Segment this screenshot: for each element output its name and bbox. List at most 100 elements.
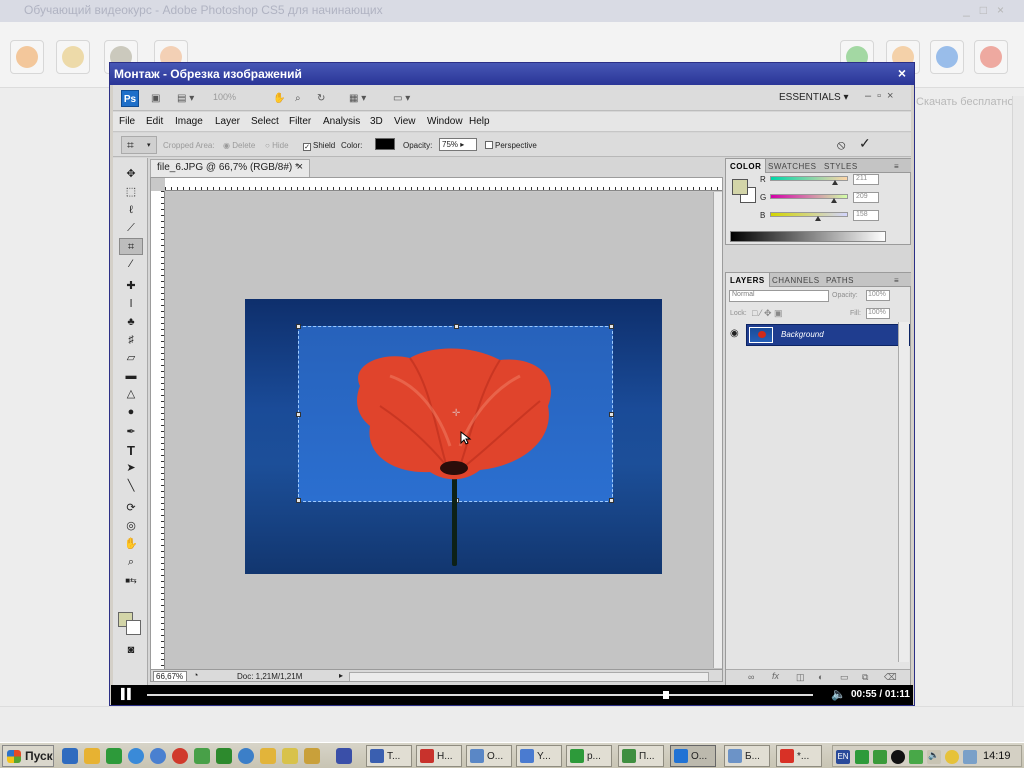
photoshop-window-controls[interactable]: –▫× <box>865 90 899 102</box>
link-layers-icon[interactable]: ∞ <box>748 672 754 682</box>
network-icon[interactable] <box>238 748 254 764</box>
crop-tool-icon[interactable]: ⌗ <box>119 238 143 255</box>
background-scrollbar[interactable] <box>1012 96 1024 716</box>
pencil-icon[interactable] <box>282 748 298 764</box>
internet-explorer-icon[interactable] <box>150 748 166 764</box>
pen-tool-icon[interactable]: ✒ <box>119 424 143 441</box>
commit-crop-icon[interactable]: ✓ <box>859 135 871 152</box>
color-panel-foreground[interactable] <box>732 179 748 195</box>
tray-network-icon[interactable] <box>963 750 977 764</box>
menu-filter[interactable]: Filter <box>289 116 311 127</box>
task-button[interactable]: Н... <box>416 745 462 767</box>
status-menu-icon[interactable]: ◔ <box>193 670 198 680</box>
fill-field[interactable]: 100% <box>866 308 890 319</box>
crop-handle[interactable] <box>454 324 459 329</box>
gradient-tool-icon[interactable]: ▬ <box>119 368 143 385</box>
new-group-icon[interactable]: ▭ <box>840 672 849 683</box>
layers-scrollbar[interactable] <box>898 322 909 662</box>
shield-opacity-field[interactable]: 75% ▸ <box>439 138 477 151</box>
move-tool-icon[interactable]: ✥ <box>119 166 143 183</box>
menu-image[interactable]: Image <box>175 116 203 127</box>
clone-stamp-tool-icon[interactable]: ♣ <box>119 314 143 331</box>
view-extras-icon[interactable]: ▤ ▾ <box>177 91 194 106</box>
zoom-readout[interactable]: 66,67% <box>153 671 187 681</box>
task-button[interactable]: *... <box>776 745 822 767</box>
document-vertical-scrollbar[interactable] <box>713 192 722 668</box>
menu-select[interactable]: Select <box>251 116 279 127</box>
workspace-switcher[interactable]: ESSENTIALS ▾ <box>779 92 849 103</box>
tray-bug-icon[interactable] <box>891 750 905 764</box>
monster-icon[interactable] <box>216 748 232 764</box>
crop-handle[interactable] <box>296 324 301 329</box>
opera-icon[interactable] <box>172 748 188 764</box>
key-icon[interactable] <box>304 748 320 764</box>
history-brush-tool-icon[interactable]: ♯ <box>119 332 143 349</box>
quick-selection-tool-icon[interactable]: ⟋ <box>119 220 143 237</box>
menu-edit[interactable]: Edit <box>146 116 163 127</box>
crop-tool-preset-icon[interactable]: ⌗ ▾ <box>121 136 157 154</box>
show-desktop-icon[interactable] <box>62 748 78 764</box>
red-slider-knob[interactable] <box>831 180 838 185</box>
task-button[interactable]: Б... <box>724 745 770 767</box>
dodge-tool-icon[interactable]: ● <box>119 404 143 421</box>
cancel-crop-icon[interactable]: ⦸ <box>837 137 845 153</box>
visibility-eye-icon[interactable]: ◉ <box>730 328 739 339</box>
hand-tool-icon[interactable]: ✋ <box>273 91 285 106</box>
tray-utility-icon[interactable] <box>909 750 923 764</box>
menu-analysis[interactable]: Analysis <box>323 116 360 127</box>
menu-file[interactable]: File <box>119 116 135 127</box>
path-selection-tool-icon[interactable]: ➤ <box>119 460 143 477</box>
tools-icon[interactable] <box>260 748 276 764</box>
info-icon[interactable] <box>930 40 964 74</box>
layer-mask-icon[interactable]: ◫ <box>796 672 805 683</box>
green-slider-knob[interactable] <box>830 198 837 203</box>
shield-checkbox[interactable]: ✓ Shield <box>303 141 335 151</box>
globe-icon[interactable] <box>128 748 144 764</box>
panel-menu-icon[interactable]: ≡ <box>894 276 899 285</box>
tab-channels[interactable]: CHANNELS <box>772 276 820 285</box>
crop-handle[interactable] <box>609 324 614 329</box>
task-button[interactable]: р... <box>566 745 612 767</box>
crop-handle[interactable] <box>609 498 614 503</box>
rotate-view-icon[interactable]: ↻ <box>317 91 325 106</box>
menu-view[interactable]: View <box>394 116 416 127</box>
hand-tool-icon[interactable]: ✋ <box>119 536 143 553</box>
background-color-swatch[interactable] <box>126 620 141 635</box>
tab-layers[interactable]: LAYERS <box>726 273 770 287</box>
utility-icon[interactable] <box>194 748 210 764</box>
healing-brush-tool-icon[interactable]: ✚ <box>119 278 143 295</box>
blue-value[interactable]: 158 <box>853 210 879 221</box>
language-indicator-icon[interactable]: EN <box>836 750 850 764</box>
green-app-icon[interactable] <box>106 748 122 764</box>
rss-icon[interactable] <box>10 40 44 74</box>
document-tab[interactable]: file_6.JPG @ 66,7% (RGB/8#) * × <box>150 159 310 177</box>
tray-green-icon[interactable] <box>873 750 887 764</box>
background-window-controls[interactable]: _□× <box>963 3 1014 17</box>
crop-center-point[interactable]: ✛ <box>452 408 460 419</box>
shield-color-swatch[interactable] <box>375 138 395 150</box>
vertical-ruler[interactable] <box>151 191 165 669</box>
task-button[interactable]: Y... <box>516 745 562 767</box>
save-icon[interactable] <box>336 748 352 764</box>
blue-slider-knob[interactable] <box>815 216 822 221</box>
task-button[interactable]: Т... <box>366 745 412 767</box>
video-progress-knob[interactable] <box>663 691 670 699</box>
eyedropper-tool-icon[interactable]: ⁄ <box>119 256 143 273</box>
perspective-checkbox[interactable]: Perspective <box>485 141 537 150</box>
green-value[interactable]: 209 <box>853 192 879 203</box>
quick-mask-icon[interactable]: ◙ <box>119 642 143 659</box>
brush-tool-icon[interactable]: ǀ <box>119 296 143 313</box>
start-button[interactable]: Пуск <box>2 745 54 767</box>
crop-handle[interactable] <box>609 412 614 417</box>
canvas-pasteboard[interactable]: ✛ <box>165 192 722 669</box>
menu-layer[interactable]: Layer <box>215 116 240 127</box>
horizontal-ruler[interactable] <box>165 178 722 191</box>
tray-radiation-icon[interactable] <box>945 750 959 764</box>
tray-green-icon[interactable] <box>855 750 869 764</box>
blue-slider[interactable]: B 158 <box>760 210 910 222</box>
panel-menu-icon[interactable]: ≡ <box>894 162 899 171</box>
download-free-link[interactable]: Скачать бесплатно <box>916 96 1014 108</box>
red-value[interactable]: 211 <box>853 174 879 185</box>
tab-swatches[interactable]: SWATCHES <box>768 162 816 171</box>
bridge-icon[interactable]: ▣ <box>151 91 160 106</box>
